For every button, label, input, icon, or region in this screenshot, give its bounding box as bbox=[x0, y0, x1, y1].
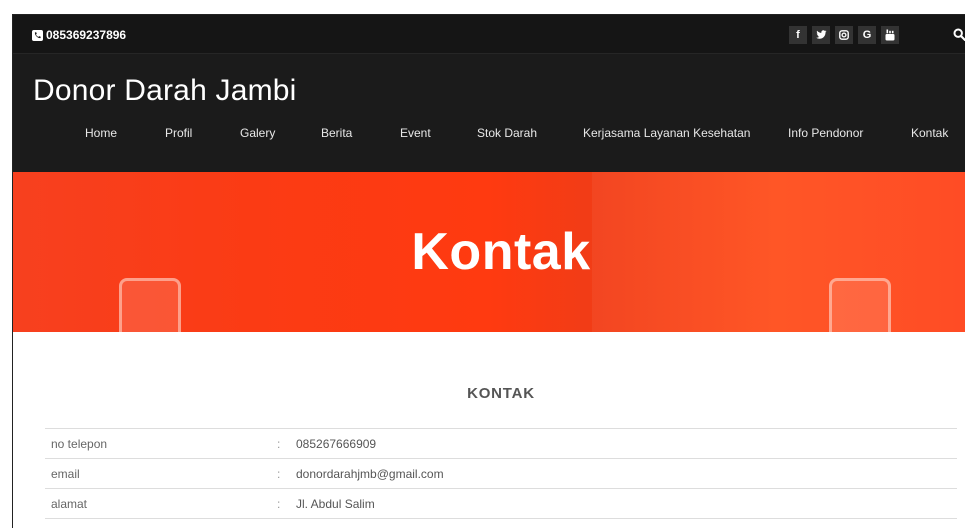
google-icon[interactable]: G bbox=[858, 26, 876, 44]
table-row: alamat : Jl. Abdul Salim bbox=[45, 489, 957, 519]
nav-item-info-pendonor[interactable]: Info Pendonor bbox=[788, 126, 863, 140]
instagram-icon[interactable] bbox=[835, 26, 853, 44]
social-links: f G bbox=[789, 26, 899, 44]
nav-item-galery[interactable]: Galery bbox=[240, 126, 275, 140]
contact-section: KONTAK no telepon : 085267666909 email :… bbox=[13, 332, 965, 528]
nav-item-stok-darah[interactable]: Stok Darah bbox=[477, 126, 537, 140]
table-row: email : donordarahjmb@gmail.com bbox=[45, 459, 957, 489]
blood-bag-decoration bbox=[119, 278, 181, 332]
phone-value: 085267666909 bbox=[296, 437, 377, 451]
phone-contact: 085369237896 bbox=[32, 27, 126, 43]
table-row: no telepon : 085267666909 bbox=[45, 429, 957, 459]
row-label: alamat bbox=[51, 497, 88, 511]
nav-item-home[interactable]: Home bbox=[85, 126, 117, 140]
row-separator: : bbox=[277, 497, 281, 511]
site-header: Donor Darah Jambi Home Profil Galery Ber… bbox=[13, 54, 965, 172]
twitter-icon[interactable] bbox=[812, 26, 830, 44]
row-separator: : bbox=[277, 467, 281, 481]
nav-item-event[interactable]: Event bbox=[400, 126, 431, 140]
section-title: KONTAK bbox=[467, 385, 535, 402]
page-frame: 085369237896 f G Donor Darah Jambi Home … bbox=[12, 14, 965, 528]
search-icon[interactable] bbox=[953, 28, 965, 41]
top-bar: 085369237896 f G bbox=[13, 15, 965, 54]
contact-table: no telepon : 085267666909 email : donord… bbox=[45, 428, 957, 519]
youtube-shape bbox=[885, 29, 895, 41]
email-value: donordarahjmb@gmail.com bbox=[296, 467, 444, 481]
youtube-icon[interactable] bbox=[881, 26, 899, 44]
phone-number: 085369237896 bbox=[46, 28, 127, 42]
facebook-icon[interactable]: f bbox=[789, 26, 807, 44]
site-brand[interactable]: Donor Darah Jambi bbox=[33, 74, 297, 108]
nav-item-kontak[interactable]: Kontak bbox=[911, 126, 948, 140]
instagram-shape bbox=[839, 30, 849, 40]
nav-item-berita[interactable]: Berita bbox=[321, 126, 352, 140]
twitter-bird-shape bbox=[815, 30, 826, 39]
hero-banner: Kontak bbox=[13, 172, 965, 332]
main-nav: Home Profil Galery Berita Event Stok Dar… bbox=[13, 126, 965, 150]
row-label: no telepon bbox=[51, 437, 108, 451]
row-label: email bbox=[51, 467, 80, 481]
row-separator: : bbox=[277, 437, 281, 451]
hero-title: Kontak bbox=[411, 223, 591, 281]
nav-item-kerjasama[interactable]: Kerjasama Layanan Kesehatan bbox=[583, 126, 750, 140]
address-value: Jl. Abdul Salim bbox=[296, 497, 375, 511]
phone-icon bbox=[32, 29, 43, 41]
blood-bag-decoration bbox=[829, 278, 891, 332]
nav-item-profil[interactable]: Profil bbox=[165, 126, 192, 140]
